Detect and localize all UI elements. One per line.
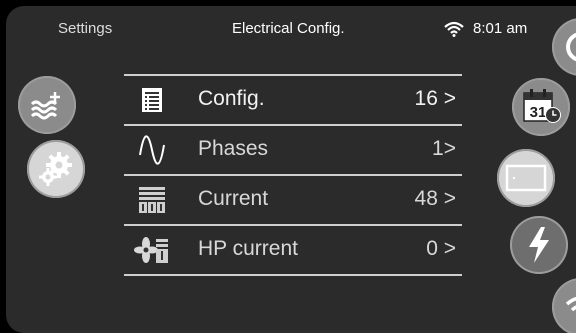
settings-back-link[interactable]: Settings xyxy=(58,20,112,37)
top-bar: Settings Electrical Config. 8:01 am xyxy=(6,6,576,54)
gauge-icon xyxy=(566,32,576,62)
fan-breaker-icon xyxy=(134,237,168,263)
menu-item-label: Config. xyxy=(198,87,265,110)
calendar-schedule-icon: 31 xyxy=(523,89,561,123)
menu-item-config[interactable]: Config. 16 > xyxy=(124,74,462,126)
svg-text:31: 31 xyxy=(530,104,547,121)
clock: 8:01 am xyxy=(473,20,528,37)
wifi-icon xyxy=(565,297,576,312)
breaker-panel-icon xyxy=(139,187,165,213)
lightning-icon xyxy=(529,227,549,263)
menu-item-label: Current xyxy=(198,187,269,210)
settings-button[interactable] xyxy=(27,140,85,198)
menu-item-value: 16 > xyxy=(414,87,456,110)
menu-item-phases[interactable]: Phases 1> xyxy=(124,126,462,176)
electrical-config-menu: Config. 16 > Phases 1> Current 48 > HP c… xyxy=(124,74,462,276)
water-heating-button[interactable] xyxy=(18,76,76,134)
menu-item-label: Phases xyxy=(198,137,269,160)
settings-gears-icon xyxy=(39,152,72,186)
list-icon xyxy=(142,88,162,112)
page-title: Electrical Config. xyxy=(232,20,345,37)
menu-item-value: 1> xyxy=(432,137,456,160)
display-button[interactable] xyxy=(497,149,555,207)
display-panel-icon xyxy=(505,164,547,192)
menu-item-label: HP current xyxy=(198,237,298,260)
screen: Settings Electrical Config. 8:01 am 31 C… xyxy=(6,6,576,333)
water-heating-icon xyxy=(30,92,60,120)
menu-item-value: 48 > xyxy=(414,187,456,210)
electrical-button[interactable] xyxy=(510,216,568,274)
menu-item-value: 0 > xyxy=(426,237,456,260)
wifi-icon xyxy=(444,21,464,37)
sine-wave-icon xyxy=(139,135,165,165)
menu-item-current[interactable]: Current 48 > xyxy=(124,176,462,226)
menu-item-hp-current[interactable]: HP current 0 > xyxy=(124,226,462,276)
schedule-button[interactable]: 31 xyxy=(512,78,570,136)
wifi-button[interactable] xyxy=(552,278,576,333)
